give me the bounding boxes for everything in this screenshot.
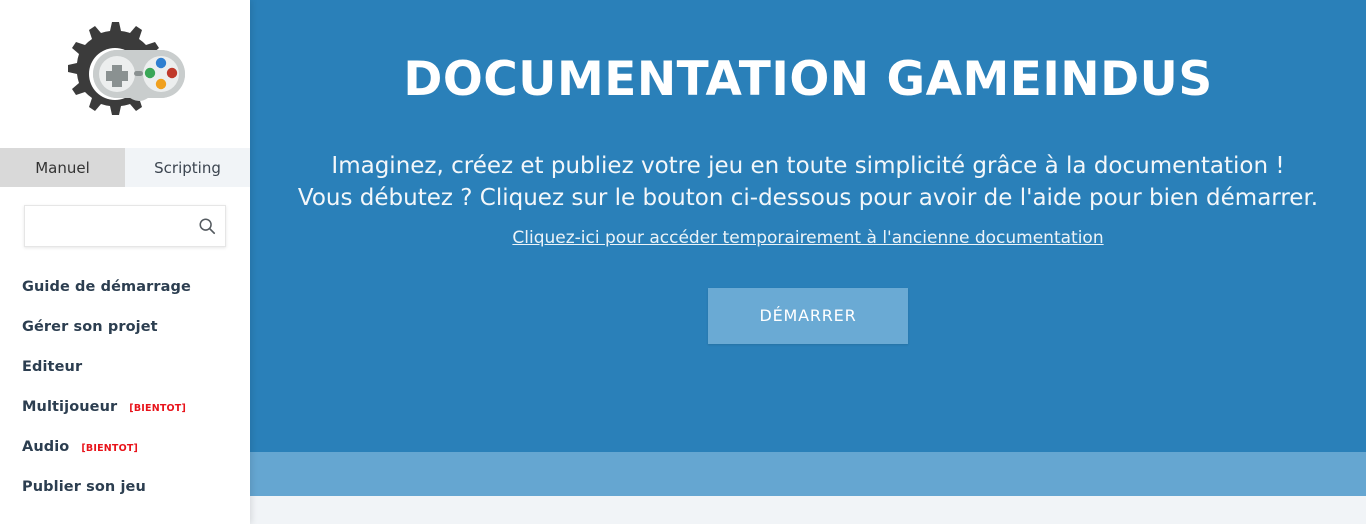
tab-manuel[interactable]: Manuel	[0, 148, 125, 187]
sidebar: Manuel Scripting Guide de démarrage Gére…	[0, 0, 250, 524]
hero-subtitle: Imaginez, créez et publiez votre jeu en …	[250, 150, 1366, 215]
accent-band	[250, 452, 1366, 496]
sidebar-item-label: Multijoueur	[22, 399, 118, 415]
search-input[interactable]	[25, 206, 225, 246]
sidebar-item-multijoueur[interactable]: Multijoueur [BIENTOT]	[0, 399, 250, 439]
tab-manuel-label: Manuel	[35, 158, 90, 177]
hero-button-row: DÉMARRER	[250, 248, 1366, 344]
hero-section: DOCUMENTATION GAMEINDUS Imaginez, créez …	[250, 0, 1366, 452]
sidebar-item-guide-de-demarrage[interactable]: Guide de démarrage	[0, 279, 250, 319]
gear-gamepad-logo	[68, 22, 185, 115]
demarrer-button[interactable]: DÉMARRER	[708, 288, 908, 344]
tab-scripting[interactable]: Scripting	[125, 148, 250, 187]
logo-container[interactable]	[0, 0, 250, 148]
status-badge: [BIENTOT]	[129, 403, 187, 414]
sidebar-menu: Guide de démarrage Gérer son projet Edit…	[0, 247, 250, 519]
main-content: DOCUMENTATION GAMEINDUS Imaginez, créez …	[250, 0, 1366, 524]
sidebar-item-label: Gérer son projet	[22, 319, 158, 335]
sidebar-tabs: Manuel Scripting	[0, 148, 250, 187]
search-box[interactable]	[24, 205, 226, 247]
tab-scripting-label: Scripting	[154, 158, 221, 177]
sidebar-item-audio[interactable]: Audio [BIENTOT]	[0, 439, 250, 479]
hero-subtitle-line2: Vous débutez ? Cliquez sur le bouton ci-…	[297, 185, 1319, 212]
sidebar-item-gerer-son-projet[interactable]: Gérer son projet	[0, 319, 250, 359]
sidebar-item-label: Publier son jeu	[22, 479, 146, 495]
old-documentation-link[interactable]: Cliquez-ici pour accéder temporairement …	[512, 228, 1103, 248]
sidebar-item-label: Audio	[22, 439, 70, 455]
page-title: DOCUMENTATION GAMEINDUS	[403, 52, 1213, 107]
footer-area	[250, 496, 1366, 524]
status-badge: [BIENTOT]	[81, 443, 139, 454]
sidebar-item-label: Editeur	[22, 359, 83, 375]
search-icon[interactable]	[198, 217, 216, 235]
page-root: Manuel Scripting Guide de démarrage Gére…	[0, 0, 1366, 524]
sidebar-item-label: Guide de démarrage	[22, 279, 191, 295]
sidebar-item-editeur[interactable]: Editeur	[0, 359, 250, 399]
hero-subtitle-line1: Imaginez, créez et publiez votre jeu en …	[331, 152, 1285, 179]
search-area	[0, 187, 250, 247]
sidebar-item-publier-son-jeu[interactable]: Publier son jeu	[0, 479, 250, 519]
